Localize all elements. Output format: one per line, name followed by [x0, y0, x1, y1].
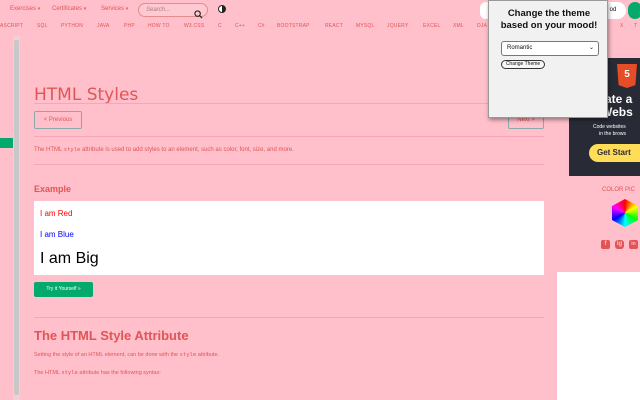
menu-services[interactable]: Services ▾: [101, 6, 128, 12]
paragraph-text: The HTML: [34, 370, 62, 376]
chevron-down-icon: ⌄: [588, 45, 594, 51]
get-started-button[interactable]: Get Start: [589, 144, 640, 162]
divider: [34, 103, 544, 104]
change-theme-button[interactable]: Change Theme: [501, 60, 545, 69]
subnav-item[interactable]: REACT: [325, 23, 343, 29]
contrast-toggle-icon[interactable]: [218, 5, 226, 13]
html5-logo-icon: 5: [617, 64, 637, 88]
theme-popup: Change the theme based on your mood! Rom…: [488, 0, 608, 118]
divider: [34, 317, 544, 318]
subnav-item[interactable]: DJA: [477, 23, 487, 29]
color-picker-label: COLOR PIC: [602, 187, 636, 193]
caret-down-icon: ▾: [125, 6, 129, 12]
intro-code: style: [63, 147, 81, 153]
example-blue-text: I am Blue: [40, 230, 74, 239]
subnav-item[interactable]: C++: [235, 23, 245, 29]
subnav-item[interactable]: X: [620, 23, 624, 29]
instagram-icon[interactable]: ig: [615, 240, 624, 249]
subnav-item[interactable]: PHP: [124, 23, 135, 29]
paragraph: The HTML style attribute has the followi…: [34, 370, 161, 376]
facebook-icon[interactable]: f: [601, 240, 610, 249]
subnav-item[interactable]: C#: [258, 23, 265, 29]
example-red-text: I am Red: [40, 209, 73, 218]
divider: [34, 164, 544, 165]
ad-headline: ate a: [605, 92, 633, 106]
subnav-item[interactable]: JAVA: [97, 23, 110, 29]
example-heading: Example: [34, 184, 72, 194]
menu-exercises[interactable]: Exercises ▾: [10, 6, 40, 12]
sidebar-panel: [557, 272, 640, 400]
paragraph-text-end: attribute.: [196, 352, 220, 358]
scrollbar-thumb[interactable]: [14, 40, 19, 395]
subnav-item[interactable]: HOW TO: [148, 23, 170, 29]
example-box: I am Red I am Blue I am Big: [34, 201, 544, 275]
nav-pill-light-label: od: [609, 7, 617, 13]
popup-title: Change the theme based on your mood!: [500, 8, 598, 31]
intro-text: The HTML: [34, 147, 64, 153]
menu-services-label: Services: [101, 6, 125, 12]
menu-certificates-label: Certificates: [52, 6, 83, 12]
subnav-item[interactable]: JQUERY: [387, 23, 408, 29]
paragraph-code: style: [179, 352, 197, 358]
paragraph-text-end: attribute has the following syntax:: [77, 370, 161, 376]
left-scrollbar[interactable]: [13, 36, 20, 400]
subnav-item[interactable]: T: [634, 23, 637, 29]
main-content: HTML Styles < Previous Next > The HTML s…: [22, 36, 557, 400]
example-big-text: I am Big: [40, 250, 99, 267]
menu-certificates[interactable]: Certificates ▾: [52, 6, 86, 12]
divider: [34, 136, 544, 137]
subnav-item[interactable]: XML: [453, 23, 464, 29]
search-placeholder: Search...: [146, 7, 171, 13]
ad-subtext: Code websites: [593, 124, 626, 130]
page-title: HTML Styles: [34, 85, 139, 105]
caret-down-icon: ▾: [83, 6, 87, 12]
intro-paragraph: The HTML style attribute is used to add …: [34, 147, 294, 153]
subnav-item[interactable]: W3.CSS: [184, 23, 204, 29]
caret-down-icon: ▾: [37, 6, 41, 12]
subnav-item[interactable]: PYTHON: [61, 23, 83, 29]
subnav-item[interactable]: C: [218, 23, 222, 29]
ad-subtext: in the brows: [599, 131, 626, 137]
subnav-item[interactable]: MYSQL: [356, 23, 375, 29]
previous-button[interactable]: < Previous: [34, 111, 82, 129]
subnav-item[interactable]: BOOTSTRAP: [277, 23, 310, 29]
search-input[interactable]: Search...: [138, 3, 208, 19]
paragraph: Setting the style of an HTML element, ca…: [34, 352, 219, 358]
nav-pill-green[interactable]: [628, 2, 640, 19]
intro-text-end: attribute is used to add styles to an el…: [80, 147, 294, 153]
theme-select-value: Romantic: [507, 45, 533, 51]
active-sidebar-marker: [0, 138, 13, 148]
linkedin-icon[interactable]: in: [629, 240, 638, 249]
subnav-item[interactable]: SQL: [37, 23, 48, 29]
subnav-item[interactable]: ASCRIPT: [0, 23, 23, 29]
menu-exercises-label: Exercises: [10, 6, 37, 12]
section-heading: The HTML Style Attribute: [34, 328, 189, 343]
paragraph-text: Setting the style of an HTML element, ca…: [34, 352, 180, 358]
paragraph-code: style: [61, 370, 78, 376]
subnav-item[interactable]: EXCEL: [423, 23, 440, 29]
theme-select[interactable]: Romantic ⌄: [501, 41, 599, 56]
try-it-button[interactable]: Try it Yourself »: [34, 282, 93, 297]
